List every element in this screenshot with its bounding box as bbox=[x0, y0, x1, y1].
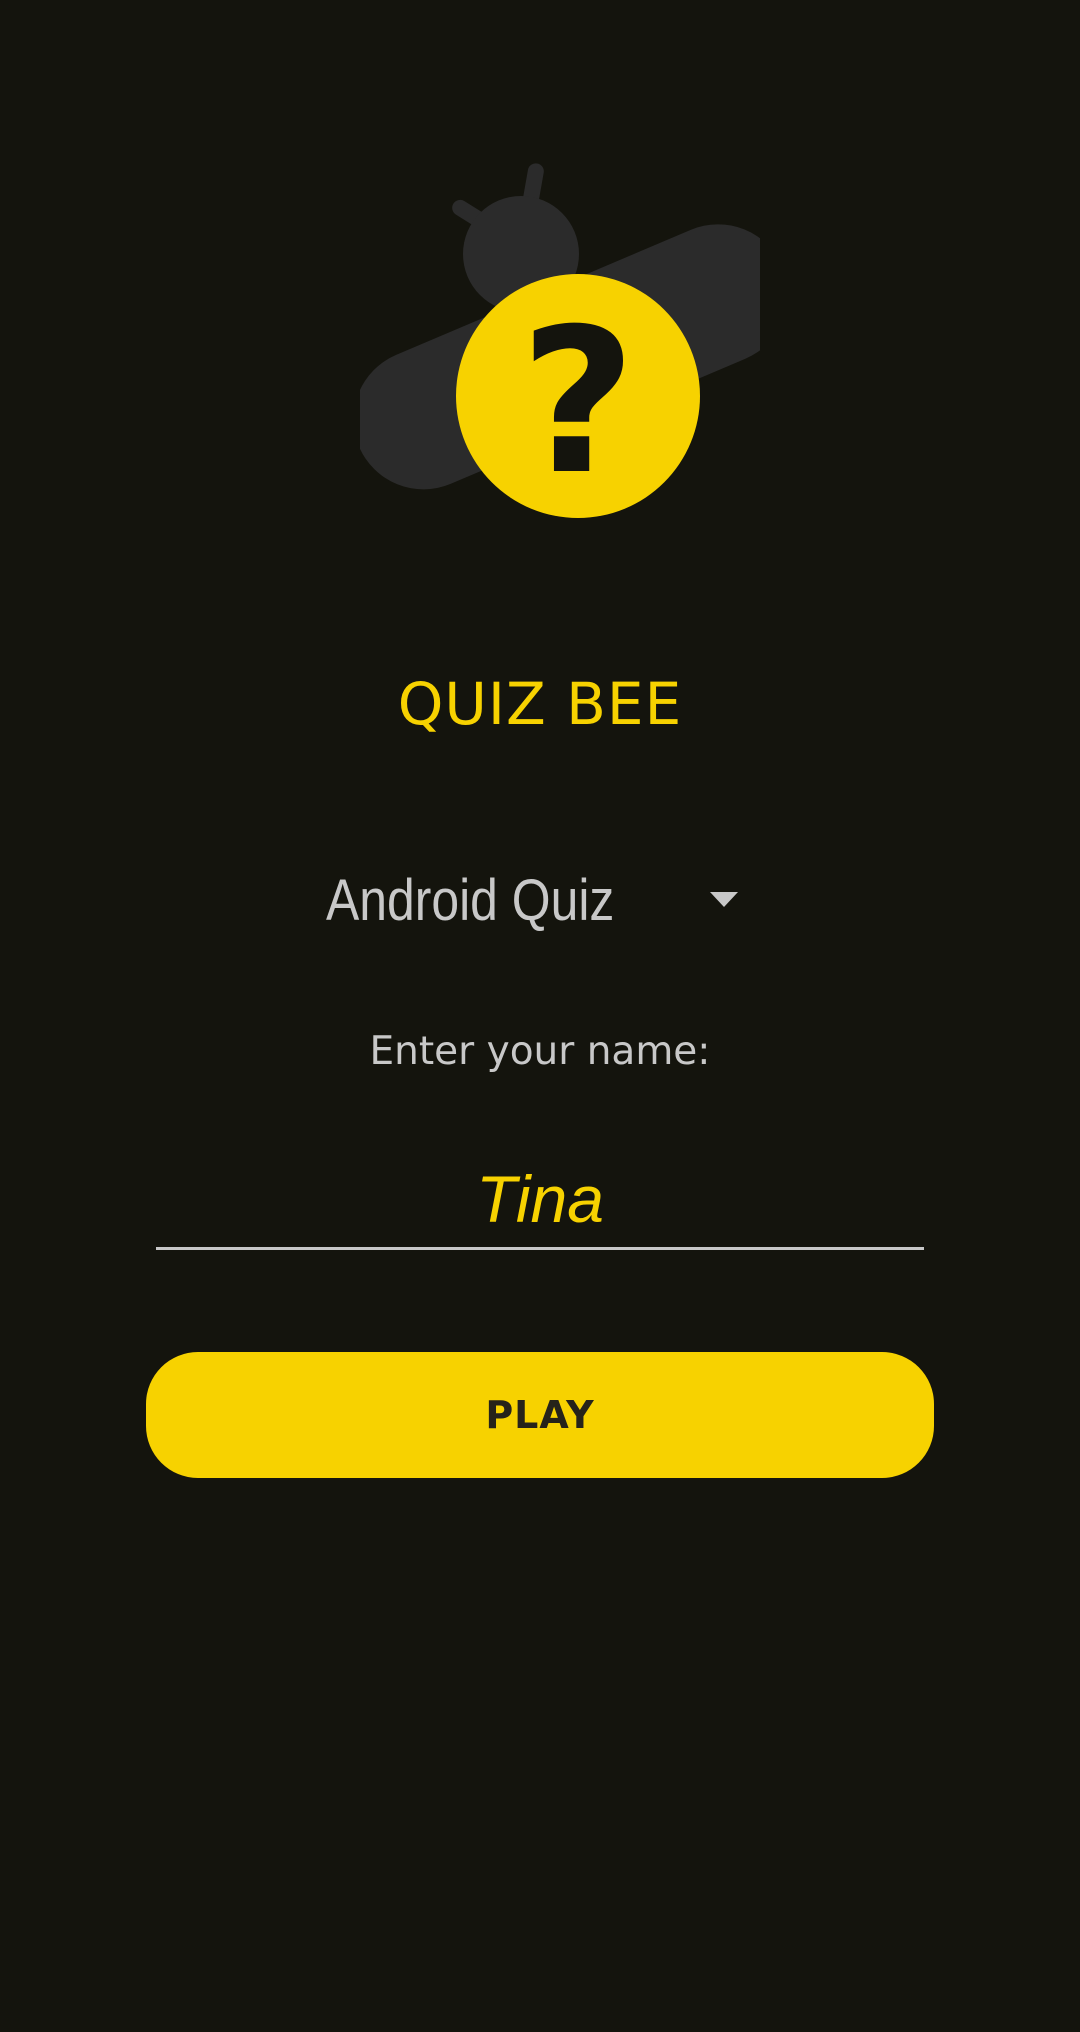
quiz-dropdown-value: Android Quiz bbox=[326, 868, 615, 933]
app-title: QUIZ BEE bbox=[397, 670, 683, 738]
play-button[interactable]: PLAY bbox=[146, 1352, 934, 1478]
name-input[interactable] bbox=[156, 1150, 924, 1250]
question-mark-icon: ? bbox=[520, 286, 636, 519]
name-prompt: Enter your name: bbox=[369, 1029, 711, 1074]
bee-logo-icon: ? bbox=[360, 163, 760, 519]
caret-down-icon bbox=[710, 892, 738, 907]
quiz-dropdown[interactable]: Android Quiz bbox=[320, 856, 760, 946]
